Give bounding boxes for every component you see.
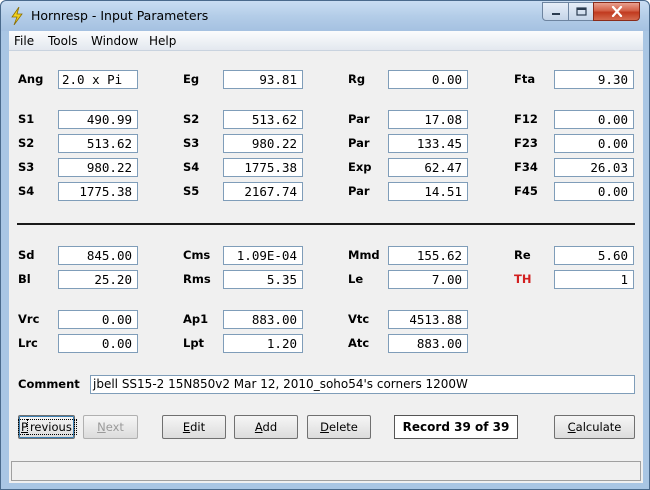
lightning-bolt-icon (11, 7, 23, 25)
field-s2[interactable]: 513.62 (223, 110, 303, 129)
edit-button[interactable]: Edit (162, 415, 226, 439)
title-bar[interactable]: Hornresp - Input Parameters (1, 1, 649, 31)
delete-button[interactable]: Delete (307, 415, 371, 439)
label-lrc: Lrc (18, 336, 38, 350)
label-fta: Fta (514, 72, 536, 86)
add-button[interactable]: Add (234, 415, 298, 439)
label-s1: S1 (18, 112, 35, 126)
field-re[interactable]: 5.60 (554, 246, 634, 265)
field-exp[interactable]: 62.47 (388, 158, 468, 177)
field-f23[interactable]: 0.00 (554, 134, 634, 153)
calculate-button[interactable]: Calculate (554, 415, 635, 439)
field-lpt[interactable]: 1.20 (223, 334, 303, 353)
label-par-2: Par (348, 136, 370, 150)
label-mmd: Mmd (348, 248, 380, 262)
field-mmd[interactable]: 155.62 (388, 246, 468, 265)
label-sd: Sd (18, 248, 35, 262)
previous-button[interactable]: Previous (18, 415, 77, 439)
label-lpt: Lpt (183, 336, 205, 350)
field-par-1[interactable]: 17.08 (388, 110, 468, 129)
label-atc: Atc (348, 336, 370, 350)
maximize-icon (575, 7, 587, 16)
menu-tools[interactable]: Tools (48, 34, 78, 48)
label-rms: Rms (183, 272, 211, 286)
menu-bar: File Tools Window Help (9, 31, 643, 51)
label-f45: F45 (514, 184, 538, 198)
label-comment: Comment (18, 377, 80, 391)
field-par-2[interactable]: 133.45 (388, 134, 468, 153)
comment-field[interactable]: jbell SS15-2 15N850v2 Mar 12, 2010_soho5… (90, 375, 635, 394)
label-ap1: Ap1 (183, 312, 209, 326)
field-vrc[interactable]: 0.00 (58, 310, 138, 329)
record-counter: Record 39 of 39 (394, 415, 518, 439)
label-vtc: Vtc (348, 312, 370, 326)
label-exp: Exp (348, 160, 372, 174)
field-ap1[interactable]: 883.00 (223, 310, 303, 329)
close-icon (611, 6, 622, 17)
maximize-button[interactable] (568, 2, 594, 21)
field-s2-left[interactable]: 513.62 (58, 134, 138, 153)
label-f34: F34 (514, 160, 538, 174)
label-s3-left: S3 (18, 160, 35, 174)
field-s4[interactable]: 1775.38 (223, 158, 303, 177)
status-bar (11, 461, 641, 481)
label-s3: S3 (183, 136, 200, 150)
label-s4-left: S4 (18, 184, 35, 198)
menu-help[interactable]: Help (149, 34, 176, 48)
client-area: File Tools Window Help Ang 2.0 x Pi Eg 9… (9, 31, 643, 483)
app-window: Hornresp - Input Parameters File Tools W… (0, 0, 650, 490)
field-bl[interactable]: 25.20 (58, 270, 138, 289)
label-par-3: Par (348, 184, 370, 198)
field-rms[interactable]: 5.35 (223, 270, 303, 289)
minimize-button[interactable] (542, 2, 569, 21)
label-rg: Rg (348, 72, 366, 86)
field-ang[interactable]: 2.0 x Pi (58, 70, 138, 89)
menu-file[interactable]: File (14, 34, 34, 48)
section-divider (17, 223, 635, 225)
label-s2-left: S2 (18, 136, 35, 150)
minimize-icon (551, 12, 560, 15)
field-le[interactable]: 7.00 (388, 270, 468, 289)
field-s1[interactable]: 490.99 (58, 110, 138, 129)
label-par-1: Par (348, 112, 370, 126)
label-f23: F23 (514, 136, 538, 150)
field-th[interactable]: 1 (554, 270, 634, 289)
field-lrc[interactable]: 0.00 (58, 334, 138, 353)
field-s5[interactable]: 2167.74 (223, 182, 303, 201)
field-s3[interactable]: 980.22 (223, 134, 303, 153)
label-re: Re (514, 248, 531, 262)
window-title: Hornresp - Input Parameters (31, 8, 209, 23)
label-cms: Cms (183, 248, 211, 262)
label-s4: S4 (183, 160, 200, 174)
field-sd[interactable]: 845.00 (58, 246, 138, 265)
label-th: TH (514, 272, 532, 286)
menu-window[interactable]: Window (91, 34, 138, 48)
field-cms[interactable]: 1.09E-04 (223, 246, 303, 265)
label-ang: Ang (18, 72, 44, 86)
field-s4-left[interactable]: 1775.38 (58, 182, 138, 201)
label-vrc: Vrc (18, 312, 40, 326)
label-s5: S5 (183, 184, 200, 198)
previous-button-label: Previous (18, 419, 77, 435)
label-eg: Eg (183, 72, 200, 86)
label-le: Le (348, 272, 364, 286)
field-fta[interactable]: 9.30 (554, 70, 634, 89)
field-vtc[interactable]: 4513.88 (388, 310, 468, 329)
field-par-3[interactable]: 14.51 (388, 182, 468, 201)
field-f34[interactable]: 26.03 (554, 158, 634, 177)
label-bl: Bl (18, 272, 31, 286)
field-rg[interactable]: 0.00 (388, 70, 468, 89)
label-s2: S2 (183, 112, 200, 126)
field-f45[interactable]: 0.00 (554, 182, 634, 201)
close-button[interactable] (593, 2, 640, 21)
field-s3-left[interactable]: 980.22 (58, 158, 138, 177)
field-f12[interactable]: 0.00 (554, 110, 634, 129)
next-button[interactable]: Next (83, 415, 138, 439)
field-atc[interactable]: 883.00 (388, 334, 468, 353)
field-eg[interactable]: 93.81 (223, 70, 303, 89)
label-f12: F12 (514, 112, 538, 126)
